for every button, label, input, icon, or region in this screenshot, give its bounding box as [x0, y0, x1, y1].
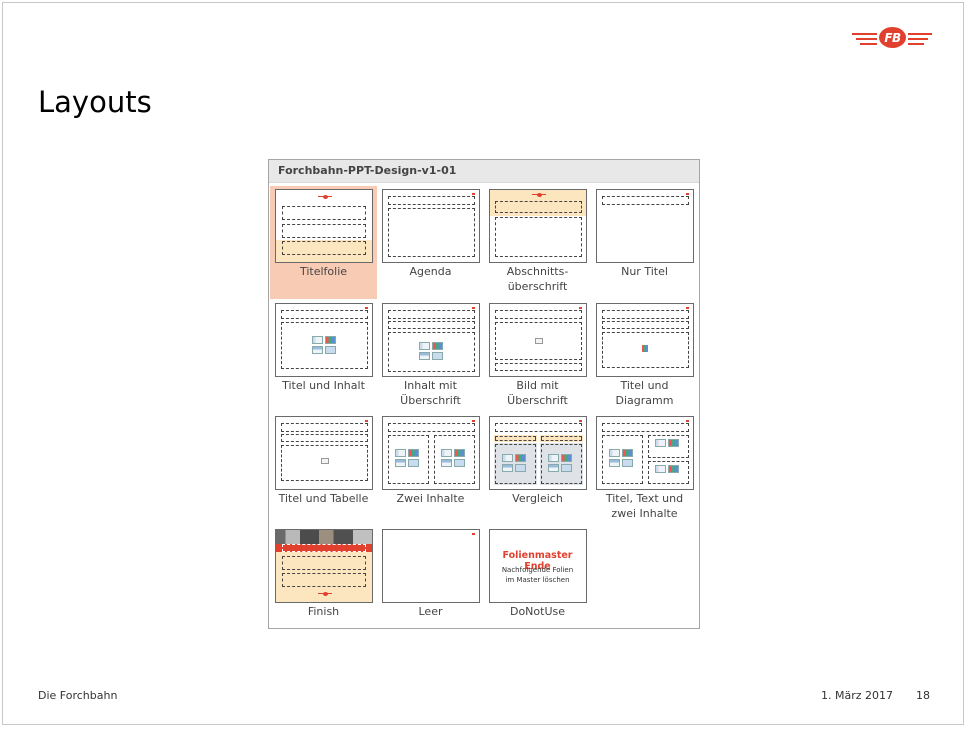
layout-label: Vergleich	[512, 492, 563, 505]
layout-tile-titelfolie[interactable]: Titelfolie	[270, 186, 377, 299]
layout-label: DoNotUse	[509, 605, 566, 618]
layout-thumbnail	[274, 529, 373, 603]
layout-thumbnail	[488, 416, 587, 490]
layout-tile-finish[interactable]: Finish	[270, 526, 377, 619]
layout-tile-bild-mit-ueberschrift[interactable]: Bild mit Überschrift	[484, 300, 591, 408]
forchbahn-logo: FB	[852, 26, 932, 50]
layout-thumbnail	[488, 189, 587, 263]
layout-label: Abschnitts- überschrift	[506, 265, 569, 293]
layout-thumbnail	[274, 416, 373, 490]
footer-date: 1. März 2017	[821, 689, 894, 702]
layout-tile-leer[interactable]: Leer	[377, 526, 484, 619]
layout-thumbnail: Folienmaster Ende Nachfolgende Folien im…	[488, 529, 587, 603]
layout-thumbnail	[381, 529, 480, 603]
footer-company: Die Forchbahn	[38, 689, 118, 702]
layout-label: Zwei Inhalte	[396, 492, 465, 505]
layout-label: Inhalt mit Überschrift	[400, 379, 461, 407]
layout-thumbnail	[274, 189, 373, 263]
layout-label: Bild mit Überschrift	[507, 379, 568, 407]
page-title: Layouts	[38, 85, 152, 119]
layout-label: Finish	[307, 605, 340, 618]
layout-tile-vergleich[interactable]: Vergleich	[484, 413, 591, 506]
layout-thumbnail	[381, 189, 480, 263]
gallery-header: Forchbahn-PPT-Design-v1-01	[269, 160, 699, 183]
layout-tile-inhalt-mit-ueberschrift[interactable]: Inhalt mit Überschrift	[377, 300, 484, 408]
thumbnail-text: Nachfolgende Folien im Master löschen	[501, 566, 574, 584]
layout-tile-titel-und-inhalt[interactable]: Titel und Inhalt	[270, 300, 377, 393]
layout-label: Titelfolie	[299, 265, 348, 278]
layout-thumbnail	[381, 303, 480, 377]
layout-tile-nur-titel[interactable]: Nur Titel	[591, 186, 698, 279]
footer-page-number: 18	[916, 689, 930, 702]
layout-label: Agenda	[409, 265, 452, 278]
layout-tile-abschnittsueberschrift[interactable]: Abschnitts- überschrift	[484, 186, 591, 294]
layout-thumbnail	[595, 189, 694, 263]
layout-thumbnail	[381, 416, 480, 490]
layout-tile-titel-und-tabelle[interactable]: Titel und Tabelle	[270, 413, 377, 506]
layout-label: Nur Titel	[621, 265, 668, 278]
layout-label: Titel und Tabelle	[278, 492, 369, 505]
layout-label: Titel und Inhalt	[282, 379, 365, 392]
layout-tile-agenda[interactable]: Agenda	[377, 186, 484, 279]
layout-gallery: Forchbahn-PPT-Design-v1-01 Titelfolie Ag…	[268, 159, 700, 629]
layout-thumbnail	[488, 303, 587, 377]
layout-thumbnail	[274, 303, 373, 377]
layout-tile-zwei-inhalte[interactable]: Zwei Inhalte	[377, 413, 484, 506]
layout-tile-titel-text-und-zwei-inhalte[interactable]: Titel, Text und zwei Inhalte	[591, 413, 698, 521]
layout-label: Titel, Text und zwei Inhalte	[605, 492, 684, 520]
layout-thumbnail	[595, 416, 694, 490]
layout-label: Titel und Diagramm	[615, 379, 674, 407]
logo-text: FB	[879, 27, 906, 48]
layout-thumbnail	[595, 303, 694, 377]
layout-tile-donotuse[interactable]: Folienmaster Ende Nachfolgende Folien im…	[484, 526, 591, 619]
layout-label: Leer	[418, 605, 443, 618]
layout-tile-titel-und-diagramm[interactable]: Titel und Diagramm	[591, 300, 698, 408]
